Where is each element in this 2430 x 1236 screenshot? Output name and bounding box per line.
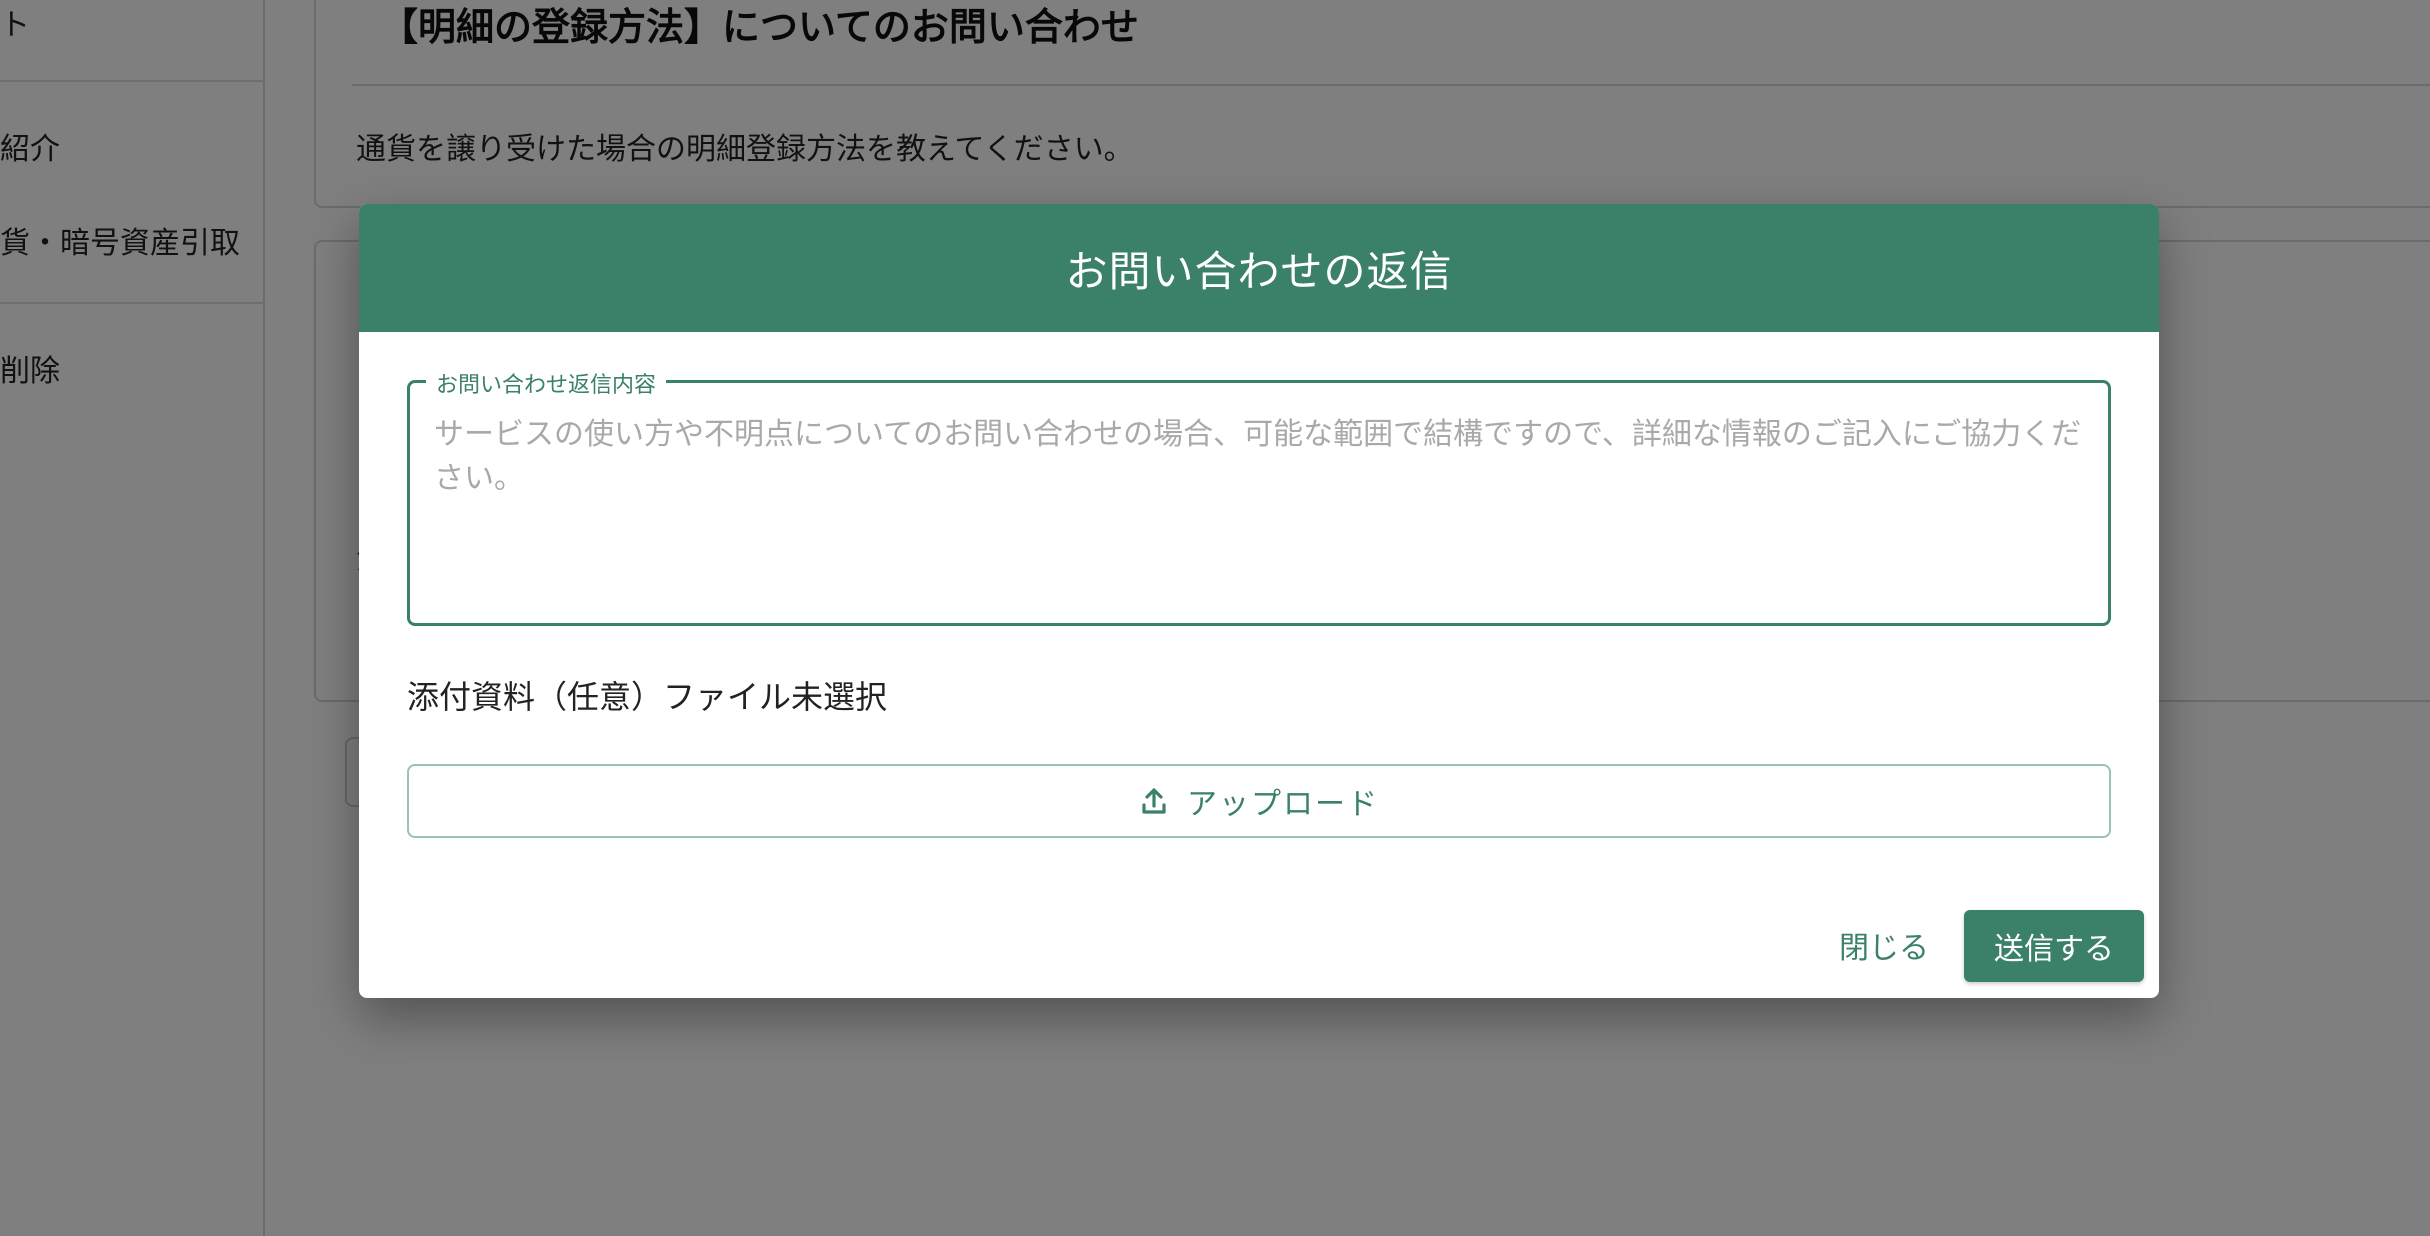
upload-button[interactable]: アップロード [407, 764, 2111, 838]
dialog-header: お問い合わせの返信 [359, 204, 2159, 332]
reply-content-field: お問い合わせ返信内容 [407, 367, 2111, 626]
page: ト 紹介 貨・暗号資産引取 削除 【明細の登録方法】についてのお問い合わせ 通貨… [0, 0, 2430, 1236]
dialog-title: お問い合わせの返信 [1065, 246, 1453, 296]
reply-content-label: お問い合わせ返信内容 [426, 367, 667, 399]
upload-label: アップロード [1187, 787, 1379, 822]
close-button[interactable]: 閉じる [1819, 910, 1949, 980]
reply-content-input[interactable] [434, 413, 2084, 603]
reply-dialog: お問い合わせの返信 お問い合わせ返信内容 添付資料（任意）ファイル未選択 アップ… [359, 204, 2159, 998]
submit-button[interactable]: 送信する [1964, 910, 2144, 982]
attachment-label: 添付資料（任意）ファイル未選択 [407, 678, 888, 716]
upload-icon [1139, 786, 1169, 816]
